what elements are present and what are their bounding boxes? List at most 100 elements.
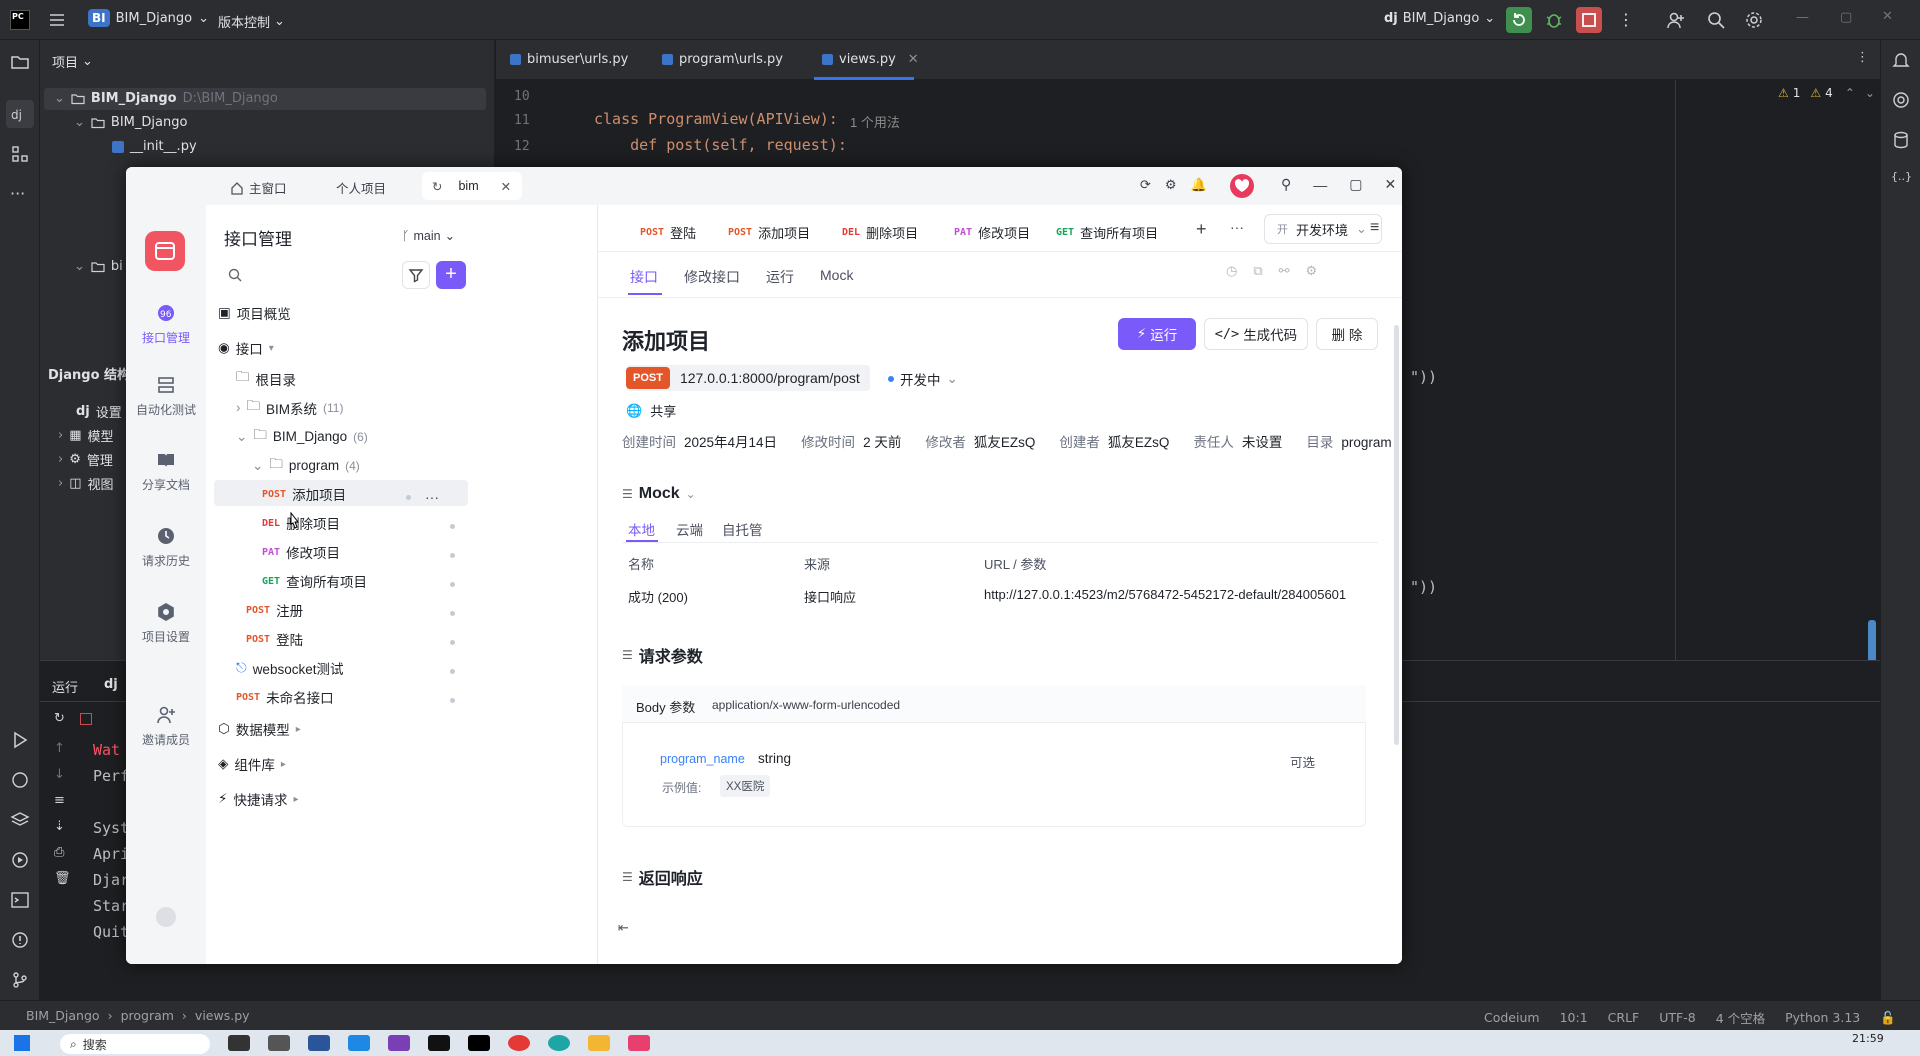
codeium-status[interactable]: Codeium — [1484, 1010, 1540, 1025]
endpoint-item[interactable]: POST 登陆 — [246, 629, 303, 649]
apifox-icon[interactable] — [628, 1035, 650, 1051]
sidebar-item-root-dir[interactable]: 🗀 根目录 — [236, 367, 296, 390]
menu-icon[interactable]: ≡ — [1370, 219, 1379, 237]
code-fragment[interactable]: ")) — [1410, 368, 1437, 386]
wrap-icon[interactable]: ≡ — [54, 793, 65, 808]
code-line[interactable]: class ProgramView(APIView): — [594, 110, 838, 128]
generate-code-button[interactable]: </> 生成代码 — [1204, 318, 1308, 350]
mock-tab-cloud[interactable]: 云端 — [676, 519, 703, 539]
debug-icon[interactable] — [1544, 10, 1564, 30]
branch-selector[interactable]: ᚴ main ⌄ — [402, 228, 455, 244]
close-window-icon[interactable]: ✕ — [1385, 176, 1397, 193]
mock-row-url[interactable]: http://127.0.0.1:4523/m2/5768472-5452172… — [984, 587, 1346, 602]
editor-tab[interactable]: program\urls.py — [662, 52, 783, 67]
tab-personal[interactable]: 个人项目 — [336, 178, 386, 197]
structure-icon[interactable] — [10, 144, 30, 164]
chrome-icon[interactable] — [508, 1035, 530, 1051]
trash-icon[interactable]: 🗑 — [54, 871, 71, 886]
tree-folder[interactable]: ⌄ BIM_Django — [74, 115, 187, 130]
django-item[interactable]: › ◫ 视图 — [58, 474, 114, 493]
mock-tab-self-hosted[interactable]: 自托管 — [722, 519, 763, 539]
maximize-window-icon[interactable]: ▢ — [1349, 176, 1362, 193]
avatar[interactable] — [1230, 174, 1254, 198]
services-icon[interactable] — [10, 850, 30, 870]
run-tab-django-icon[interactable]: dj — [104, 677, 118, 692]
stop-icon[interactable] — [80, 713, 92, 725]
inspection-widget[interactable]: ⚠ 1 ⚠ 4 ⌃ ⌄ — [1778, 86, 1875, 100]
add-user-icon[interactable] — [1666, 10, 1686, 30]
sync-icon[interactable]: ⟳ — [1140, 177, 1151, 193]
python-console-icon[interactable] — [10, 770, 30, 790]
more-tools-icon[interactable]: ··· — [10, 184, 30, 204]
app-icon[interactable] — [228, 1035, 250, 1051]
ai-assistant-icon[interactable] — [1891, 90, 1911, 110]
git-icon[interactable] — [10, 970, 30, 990]
minimize-window-icon[interactable]: — — [1796, 10, 1809, 25]
request-tab[interactable]: GET 查询所有项目 — [1056, 223, 1158, 242]
more-tabs-icon[interactable]: ··· — [1230, 219, 1244, 235]
vcs-menu[interactable]: 版本控制 ⌄ — [218, 12, 285, 31]
django-structure-icon[interactable]: dj — [6, 100, 34, 128]
breadcrumb-item[interactable]: views.py — [195, 1008, 250, 1023]
tab-bim[interactable]: ↻ bim ✕ — [422, 172, 522, 200]
line-separator[interactable]: CRLF — [1608, 1010, 1640, 1025]
collapse-sidebar-icon[interactable]: ⇤ — [618, 920, 629, 936]
request-tab-active[interactable]: POST 添加项目 — [728, 223, 810, 242]
code-line[interactable]: def post(self, request): — [594, 136, 847, 154]
url-bar[interactable]: POST 127.0.0.1:8000/program/post — [626, 365, 870, 391]
filter-button[interactable] — [402, 261, 430, 289]
edge-icon[interactable] — [548, 1035, 570, 1051]
file-explorer-icon[interactable] — [588, 1035, 610, 1051]
rail-request-history[interactable]: 请求历史 — [126, 526, 206, 569]
visual-studio-icon[interactable] — [388, 1035, 410, 1051]
more-options-icon[interactable]: ··· — [425, 489, 439, 505]
layers-icon[interactable] — [10, 810, 30, 830]
app-icon[interactable] — [428, 1035, 450, 1051]
file-encoding[interactable]: UTF-8 — [1659, 1010, 1695, 1025]
search-icon[interactable] — [1706, 10, 1726, 30]
tree-folder[interactable]: ⌄ bi — [74, 259, 123, 274]
settings-gear-icon[interactable]: ⚙ — [1165, 177, 1177, 193]
websocket-item[interactable]: ⎋ websocket测试 — [236, 658, 343, 678]
python-interpreter[interactable]: Python 3.13 — [1785, 1010, 1860, 1025]
print-icon[interactable]: ⎙ — [54, 845, 64, 860]
rail-project-settings[interactable]: 项目设置 — [126, 602, 206, 645]
django-item[interactable]: › ⚙ 管理 — [58, 450, 113, 469]
app-icon[interactable] — [268, 1035, 290, 1051]
main-menu-icon[interactable] — [48, 11, 66, 29]
endpoint-item[interactable]: POST 未命名接口 — [236, 687, 334, 707]
subtab-run[interactable]: 运行 — [766, 267, 794, 287]
tree-file[interactable]: __init__.py — [112, 139, 197, 154]
sidebar-item-overview[interactable]: ▣ 项目概览 — [218, 303, 291, 323]
endpoint-item[interactable]: PAT 修改项目 — [262, 542, 340, 562]
more-actions-icon[interactable]: ⋮ — [1618, 10, 1634, 29]
sidebar-item-quick-request[interactable]: ⚡ 快捷请求 ▸ — [218, 789, 299, 809]
scroll-end-icon[interactable]: ⇣ — [54, 819, 65, 834]
windows-start-icon[interactable] — [14, 1035, 30, 1051]
sidebar-item-api[interactable]: ◉ 接口 ▾ — [218, 338, 274, 358]
code-fragment[interactable]: ")) — [1410, 578, 1437, 596]
rail-invite-members[interactable]: 邀请成员 — [126, 705, 206, 748]
problems-icon[interactable] — [10, 930, 30, 950]
share-link-icon[interactable]: ⚯ — [1279, 263, 1290, 279]
django-item[interactable]: › ▦ 模型 — [58, 426, 114, 445]
run-config-selector[interactable]: dj BIM_Django ⌄ — [1384, 11, 1495, 26]
search-field[interactable] — [248, 267, 388, 283]
sidebar-folder[interactable]: ⌄ 🗀 BIM_Django (6) — [236, 425, 368, 448]
close-window-icon[interactable]: ✕ — [1882, 9, 1893, 24]
endpoint-item[interactable]: GET 查询所有项目 — [262, 571, 367, 591]
request-tab[interactable]: POST 登陆 — [640, 223, 696, 242]
chevron-up-icon[interactable]: ⌃ — [1845, 86, 1855, 100]
sidebar-item-data-model[interactable]: ⬡ 数据模型 ▸ — [218, 719, 301, 739]
minimize-window-icon[interactable]: — — [1313, 177, 1327, 193]
subtab-api[interactable]: 接口 — [630, 267, 658, 287]
mock-section-header[interactable]: ☰ Mock ⌄ — [622, 485, 696, 503]
project-panel-header[interactable]: 项目 ⌄ — [52, 52, 93, 71]
subtab-edit[interactable]: 修改接口 — [684, 267, 740, 287]
rerun-button[interactable] — [1506, 7, 1532, 33]
tree-root[interactable]: ⌄ BIM_Django D:\BIM_Django — [54, 91, 278, 106]
folder-icon[interactable] — [10, 52, 30, 72]
add-tab-icon[interactable]: + — [1196, 219, 1207, 240]
sidebar-folder[interactable]: ⌄ 🗀 program (4) — [252, 454, 360, 477]
share-status[interactable]: 🌐 共享 — [626, 401, 676, 420]
